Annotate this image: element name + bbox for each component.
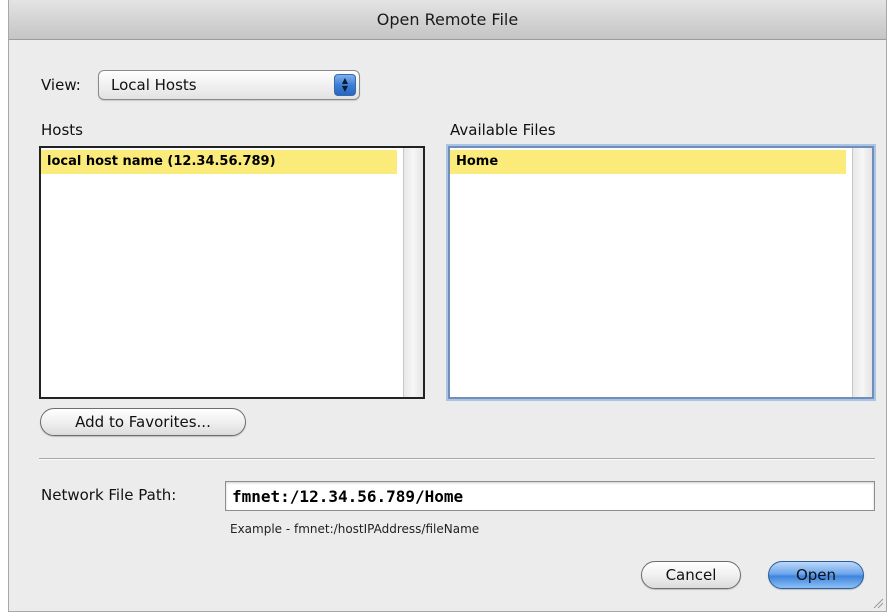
file-item-label: Home bbox=[456, 154, 499, 169]
resize-grip-icon[interactable] bbox=[872, 597, 884, 609]
list-item[interactable]: Home bbox=[450, 150, 846, 174]
available-files-label: Available Files bbox=[450, 121, 556, 139]
files-scrollbar[interactable] bbox=[852, 148, 872, 397]
available-files-list[interactable]: Home bbox=[448, 146, 874, 399]
list-item[interactable]: local host name (12.34.56.789) bbox=[41, 150, 397, 174]
hosts-scrollbar[interactable] bbox=[403, 148, 423, 397]
dialog-title: Open Remote File bbox=[376, 10, 519, 29]
add-to-favorites-button[interactable]: Add to Favorites... bbox=[40, 408, 246, 436]
hosts-label: Hosts bbox=[41, 121, 83, 139]
title-bar[interactable]: Open Remote File bbox=[9, 0, 886, 40]
host-item-label: local host name (12.34.56.789) bbox=[47, 154, 276, 169]
view-popup-menu[interactable]: Local Hosts ▲ ▼ bbox=[98, 70, 360, 100]
path-example-text: Example - fmnet:/hostIPAddress/fileName bbox=[230, 522, 480, 536]
cancel-button[interactable]: Cancel bbox=[641, 561, 741, 589]
hosts-list[interactable]: local host name (12.34.56.789) bbox=[39, 146, 425, 399]
popup-arrows-icon: ▲ ▼ bbox=[334, 74, 356, 96]
view-selected-value: Local Hosts bbox=[111, 76, 197, 94]
view-label: View: bbox=[41, 76, 81, 94]
separator bbox=[39, 458, 875, 460]
open-button[interactable]: Open bbox=[768, 561, 864, 589]
open-remote-file-dialog: Open Remote File View: Local Hosts ▲ ▼ Ho… bbox=[8, 0, 887, 612]
network-file-path-label: Network File Path: bbox=[41, 486, 177, 504]
network-file-path-input[interactable] bbox=[225, 481, 875, 511]
